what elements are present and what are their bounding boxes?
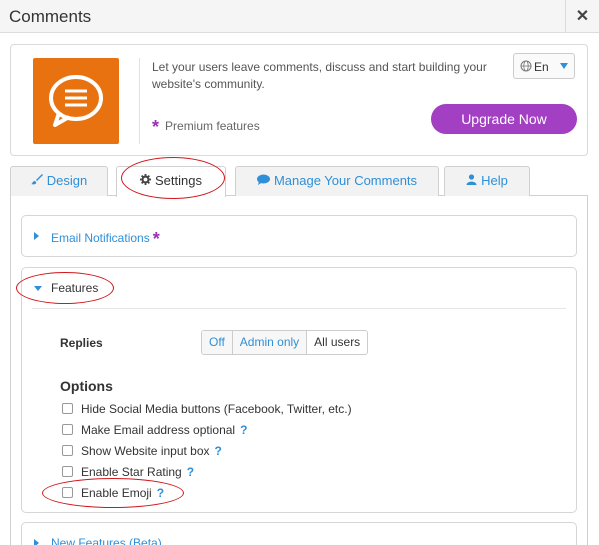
expand-arrow-icon [34, 539, 39, 545]
gear-icon [140, 167, 151, 195]
tab-design-label: Design [46, 173, 88, 188]
tab-help[interactable]: Help [444, 166, 530, 196]
replies-label: Replies [60, 336, 103, 350]
new-features-section: New Features (Beta) [21, 522, 577, 545]
user-icon [466, 167, 477, 195]
window-titlebar: Comments ✕ [0, 0, 599, 33]
tab-manage-comments-label: Manage Your Comments [273, 173, 418, 188]
replies-option-off[interactable]: Off [202, 331, 233, 354]
window-title: Comments [9, 7, 92, 26]
chat-icon [256, 167, 270, 195]
expand-arrow-icon [34, 232, 39, 240]
email-optional-checkbox[interactable] [62, 424, 73, 435]
email-notifications-label: Email Notifications * [51, 229, 160, 249]
enable-emoji-checkbox[interactable] [62, 487, 73, 498]
star-rating-checkbox[interactable] [62, 466, 73, 477]
premium-star-icon: * [152, 229, 160, 249]
tab-help-label: Help [481, 173, 508, 188]
features-section: Features Replies Off Admin only All user… [21, 267, 577, 513]
email-notifications-header[interactable]: Email Notifications * [22, 216, 576, 256]
website-input-label: Show Website input box [81, 444, 210, 458]
upgrade-now-button[interactable]: Upgrade Now [431, 104, 577, 134]
website-input-checkbox[interactable] [62, 445, 73, 456]
header-divider [139, 58, 140, 144]
replies-option-admin-only[interactable]: Admin only [232, 331, 308, 354]
features-header[interactable]: Features [22, 268, 576, 308]
premium-features-label: Premium features [165, 119, 260, 133]
premium-star-icon: * [152, 117, 160, 137]
tab-settings[interactable]: Settings [116, 166, 226, 197]
replies-option-all-users[interactable]: All users [307, 331, 368, 354]
replies-segmented-control: Off Admin only All users [201, 330, 369, 355]
language-value: En [534, 60, 549, 74]
hide-social-checkbox[interactable] [62, 403, 73, 414]
help-icon[interactable]: ? [157, 486, 164, 500]
new-features-label: New Features (Beta) [51, 536, 162, 545]
close-button[interactable]: ✕ [565, 0, 599, 33]
help-icon[interactable]: ? [187, 465, 194, 479]
globe-icon [520, 60, 532, 75]
collapse-arrow-icon [34, 286, 42, 291]
email-notifications-section: Email Notifications * [21, 215, 577, 257]
app-description: Let your users leave comments, discuss a… [152, 60, 487, 91]
language-select[interactable]: En [513, 53, 575, 79]
features-divider [32, 308, 566, 309]
tab-design[interactable]: Design [10, 166, 108, 196]
brush-icon [30, 167, 43, 195]
tab-manage-comments[interactable]: Manage Your Comments [235, 166, 439, 196]
chevron-down-icon [560, 63, 568, 69]
tab-bar: Design Settings Manage Your Comments Hel… [10, 166, 588, 197]
features-label: Features [51, 281, 99, 295]
enable-emoji-label: Enable Emoji [81, 486, 152, 500]
help-icon[interactable]: ? [215, 444, 222, 458]
hide-social-label: Hide Social Media buttons (Facebook, Twi… [81, 402, 352, 416]
email-optional-label: Make Email address optional [81, 423, 236, 437]
options-heading: Options [60, 378, 113, 394]
comments-app-icon [33, 58, 119, 144]
tab-settings-label: Settings [155, 173, 202, 188]
new-features-header[interactable]: New Features (Beta) [22, 523, 576, 545]
star-rating-label: Enable Star Rating [81, 465, 182, 479]
premium-features-note: * Premium features [152, 117, 260, 138]
app-header-card: Let your users leave comments, discuss a… [10, 44, 588, 156]
help-icon[interactable]: ? [240, 423, 247, 437]
